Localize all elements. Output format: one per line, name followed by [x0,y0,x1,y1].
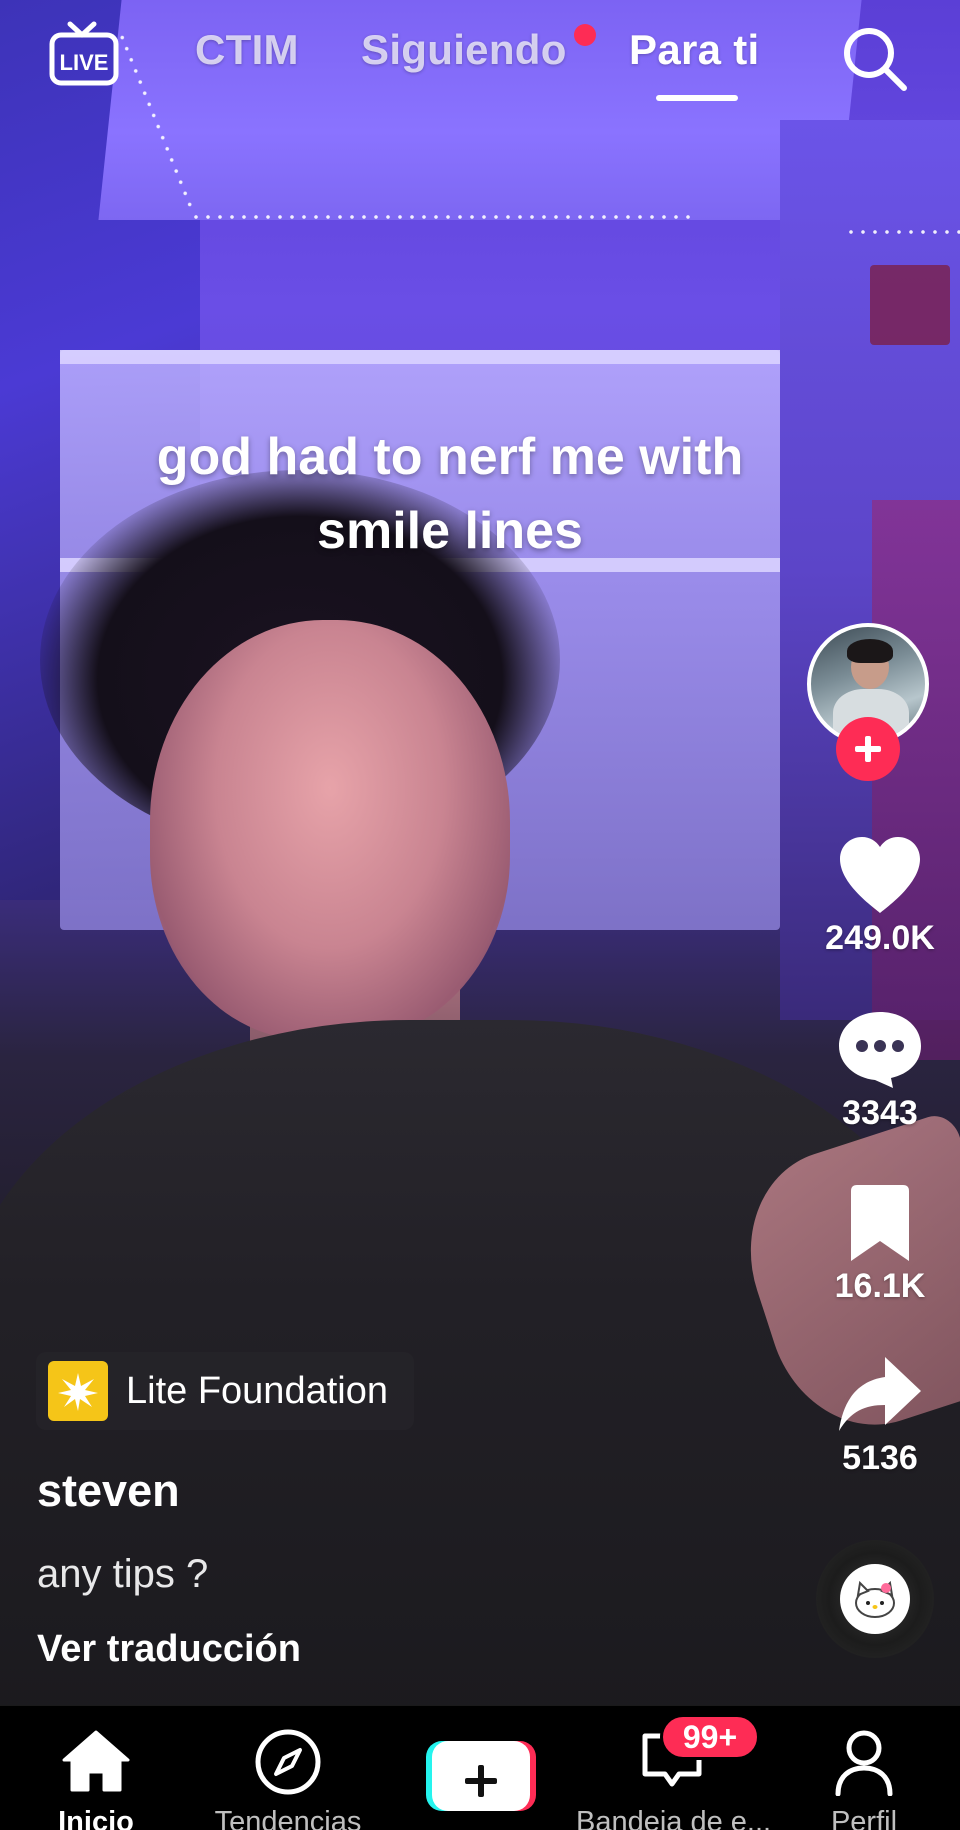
comment-icon [839,1012,921,1088]
active-tab-indicator [656,95,738,101]
create-button-shape [426,1741,536,1811]
follow-button[interactable] [836,717,900,781]
comment-button[interactable]: 3343 [800,1008,960,1133]
sound-thumbnail [840,1564,910,1634]
person-icon [835,1730,893,1796]
promo-icon [48,1361,108,1421]
tab-inbox[interactable]: 99+ Bandeja de e... [576,1706,772,1830]
video-person-face [150,620,510,1040]
tab-profile-label: Perfil [830,1806,898,1830]
top-nav: LIVE CTIM Siguiendo Para ti [0,0,960,110]
heart-icon [840,837,920,913]
tab-ctim[interactable]: CTIM [195,26,299,74]
compass-icon [255,1729,321,1795]
video-background-box [870,265,950,345]
inbox-badge: 99+ [660,1714,760,1760]
tab-profile[interactable]: Perfil [768,1706,960,1830]
save-count: 16.1K [834,1267,926,1305]
like-button[interactable]: 249.0K [800,835,960,958]
see-translation-link[interactable]: Ver traducción [37,1628,301,1671]
plus-icon [855,736,881,762]
promo-tag[interactable]: Lite Foundation [36,1352,414,1430]
video-led-strip [190,215,690,219]
comment-count: 3343 [842,1094,918,1132]
live-icon[interactable]: LIVE [48,18,120,90]
creator-username[interactable]: steven [37,1465,180,1517]
share-button[interactable]: 5136 [800,1355,960,1478]
tab-for-you[interactable]: Para ti [629,26,760,74]
tab-following[interactable]: Siguiendo [361,26,567,74]
video-led-strip [845,230,960,234]
bottom-tab-bar: Inicio Tendencias 99+ Bandeja de e... Pe… [0,1705,960,1830]
video-overlay-caption-line: smile lines [317,502,583,560]
tab-home-label: Inicio [58,1806,134,1830]
tab-trending[interactable]: Tendencias [192,1706,384,1830]
home-icon [62,1730,130,1792]
tab-trending-label: Tendencias [214,1806,362,1830]
plus-icon [465,1765,497,1797]
share-icon [839,1357,921,1431]
video-shelf [60,350,780,364]
tab-inbox-label: Bandeja de e... [576,1806,772,1830]
bookmark-icon [851,1185,909,1261]
search-icon[interactable] [838,22,910,94]
following-notification-dot [574,24,596,46]
avatar-hair [847,639,893,663]
hello-kitty-icon [855,1580,895,1618]
video-overlay-caption: god had to nerf me with smile lines [0,420,900,568]
share-count: 5136 [842,1439,918,1477]
promo-label: Lite Foundation [126,1369,388,1412]
save-button[interactable]: 16.1K [800,1183,960,1306]
video-background-panel [872,500,960,1060]
sound-disc[interactable] [816,1540,934,1658]
post-description: any tips ? [37,1552,209,1596]
tab-home[interactable]: Inicio [0,1706,192,1830]
live-label: LIVE [60,50,109,75]
create-button-face [432,1741,530,1811]
video-overlay-caption-line: god had to nerf me with [156,428,744,486]
create-button[interactable] [384,1706,576,1830]
like-count: 249.0K [825,919,935,957]
